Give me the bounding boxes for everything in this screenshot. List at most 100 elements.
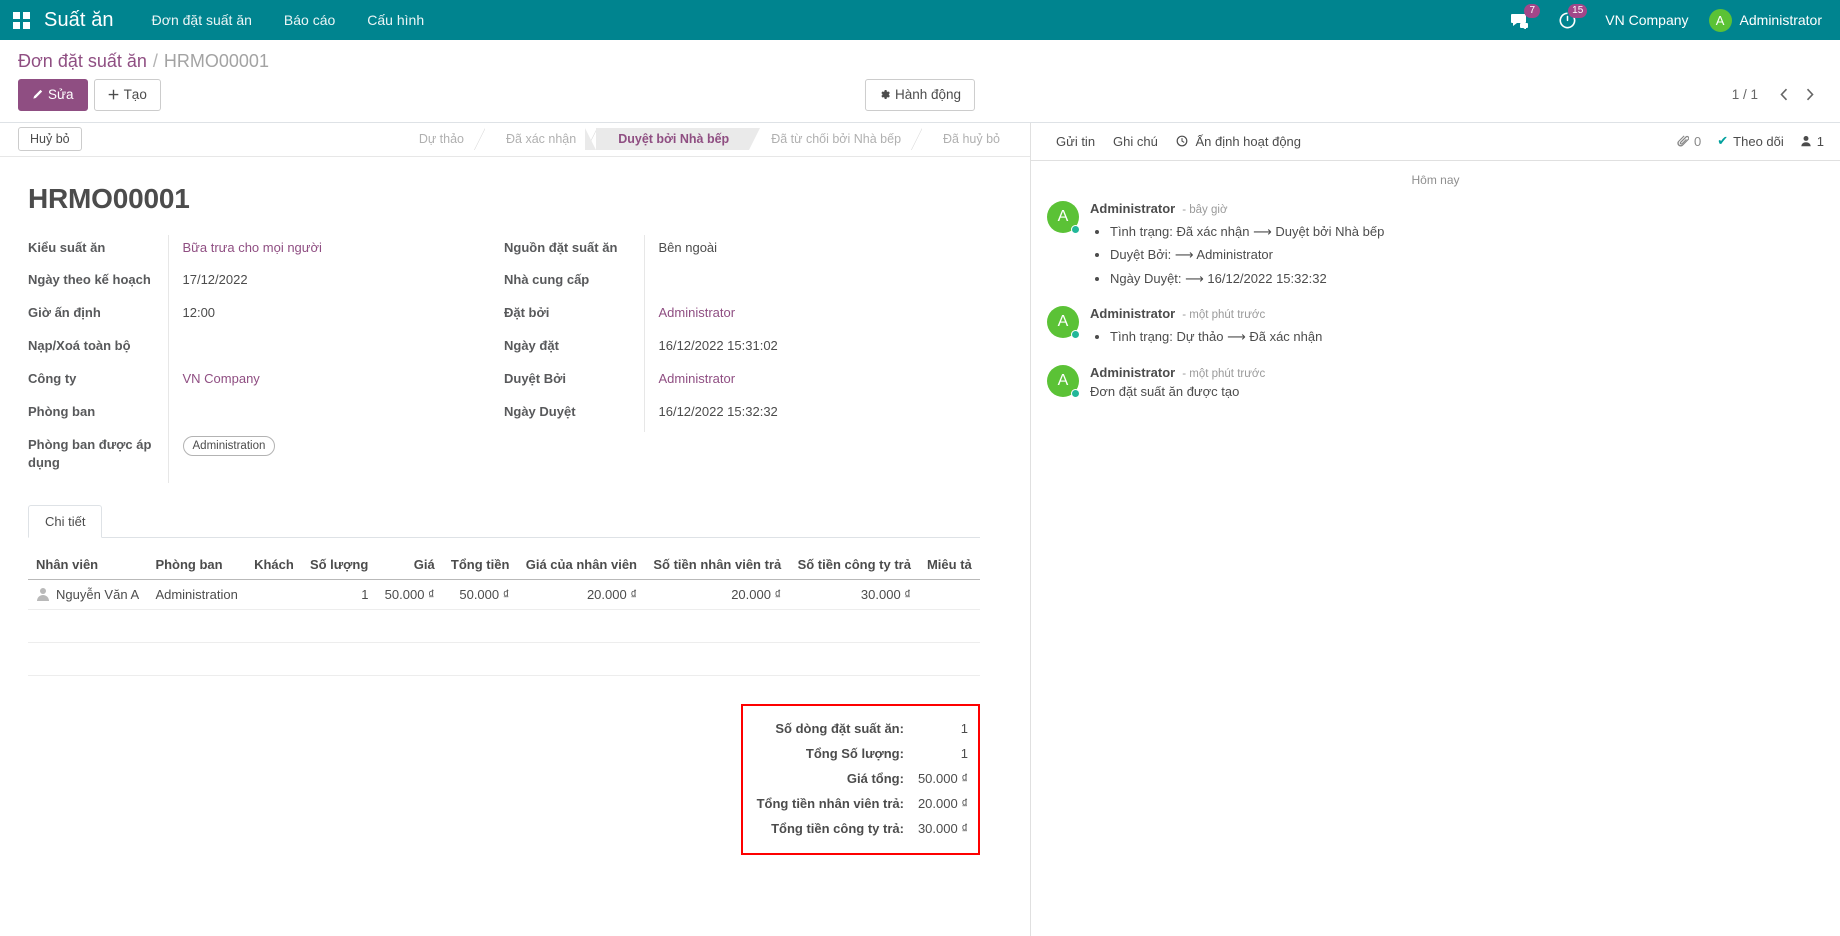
cancel-button[interactable]: Huỷ bỏ <box>18 127 82 151</box>
field-row-nha-cung-cap: Nhà cung cấp <box>504 267 980 300</box>
avatar-initial: A <box>1058 208 1069 226</box>
message-body: Administrator - một phút trước Đơn đặt s… <box>1090 365 1822 399</box>
stage-da-tu-choi-boi-nha-bep[interactable]: Đã từ chối bởi Nhà bếp <box>749 128 921 150</box>
app-brand-name[interactable]: Suất ăn <box>42 9 136 32</box>
company-switcher[interactable]: VN Company <box>1591 12 1702 28</box>
total-label-tong-so-luong: Tổng Số lượng: <box>757 741 918 766</box>
message-tracking-list: Tình trạng: Dự thảo ⟶ Đã xác nhận <box>1090 325 1822 349</box>
day-separator: Hôm nay <box>1031 161 1840 193</box>
page-title: HRMO00001 <box>28 183 980 215</box>
user-name-label: Administrator <box>1740 12 1822 28</box>
message-author: Administrator <box>1090 201 1175 216</box>
value-cong-ty[interactable]: VN Company <box>168 366 504 399</box>
department-tag[interactable]: Administration <box>183 436 276 457</box>
cell-department: Administration <box>147 580 246 610</box>
avatar: A <box>1047 201 1079 233</box>
create-button[interactable]: Tạo <box>94 79 161 111</box>
col-so-luong: Số lượng <box>302 552 377 580</box>
avatar: A <box>1047 306 1079 338</box>
total-value-tong-tien-cong-ty-tra: 30.000 ₫ <box>918 816 968 841</box>
stage-du-thao[interactable]: Dự thảo <box>397 128 484 150</box>
message-body: Administrator - một phút trước Tình trạn… <box>1090 306 1822 349</box>
list-item: A Administrator - một phút trước Tình tr… <box>1031 298 1840 357</box>
follow-toggle[interactable]: ✔ Theo dõi <box>1717 133 1784 149</box>
total-row-so-dong: Số dòng đặt suất ăn: 1 <box>757 716 968 741</box>
online-indicator <box>1071 330 1080 339</box>
cell-employee-text: Nguyễn Văn A <box>56 587 139 602</box>
menu-bao-cao[interactable]: Báo cáo <box>268 0 351 40</box>
avatar: A <box>1047 365 1079 397</box>
followers-count: 1 <box>1817 134 1824 149</box>
value-ngay-duyet: 16/12/2022 15:32:32 <box>644 399 980 432</box>
value-dat-boi[interactable]: Administrator <box>644 300 980 333</box>
top-navbar: Suất ăn Đơn đặt suất ăn Báo cáo Cấu hình… <box>0 0 1840 40</box>
list-item: A Administrator - một phút trước Đơn đặt… <box>1031 357 1840 407</box>
field-row-gio-an-dinh: Giờ ấn định 12:00 <box>28 300 504 333</box>
col-nhan-vien: Nhân viên <box>28 552 147 580</box>
apps-menu-button[interactable] <box>0 0 42 40</box>
total-label-gia-tong: Giá tổng: <box>757 766 918 791</box>
label-nguon-dat-suat-an: Nguồn đặt suất ăn <box>504 235 644 268</box>
field-row-dat-boi: Đặt bởi Administrator <box>504 300 980 333</box>
table-row[interactable]: Nguyễn Văn A Administration 1 50.000 ₫ 5… <box>28 580 980 610</box>
send-message-button[interactable]: Gửi tin <box>1047 131 1104 152</box>
attachments-button[interactable]: 0 <box>1677 134 1701 149</box>
navbar-right-group: 7 15 VN Company A Administrator <box>1496 0 1830 40</box>
label-nha-cung-cap: Nhà cung cấp <box>504 267 644 300</box>
action-menu-label: Hành động <box>895 86 961 104</box>
value-duyet-boi[interactable]: Administrator <box>644 366 980 399</box>
field-row-kieu-suat-an: Kiểu suất ăn Bữa trưa cho mọi người <box>28 235 504 268</box>
activities-button[interactable]: 15 <box>1544 0 1591 40</box>
field-row-duyet-boi: Duyệt Bởi Administrator <box>504 366 980 399</box>
col-tong-tien: Tổng tiền <box>443 552 518 580</box>
value-phong-ban-duoc-ap-dung: Administration <box>168 432 504 484</box>
menu-cau-hinh[interactable]: Cấu hình <box>351 0 440 40</box>
status-stages: Dự thảo Đã xác nhận Duyệt bởi Nhà bếp Đã… <box>397 128 1020 150</box>
activities-badge: 15 <box>1568 4 1587 18</box>
field-row-phong-ban: Phòng ban <box>28 399 504 432</box>
tracking-item: Ngày Duyệt: ⟶ 16/12/2022 15:32:32 <box>1110 267 1822 291</box>
stage-da-huy-bo[interactable]: Đã huỷ bỏ <box>921 128 1020 150</box>
tab-chi-tiet[interactable]: Chi tiết <box>28 505 102 538</box>
pager-next-button[interactable] <box>1798 82 1822 108</box>
total-value-so-dong: 1 <box>918 716 968 741</box>
totals-section: Số dòng đặt suất ăn: 1 Tổng Số lượng: 1 … <box>28 704 980 885</box>
followers-button[interactable]: 1 <box>1800 134 1824 149</box>
label-duyet-boi: Duyệt Bởi <box>504 366 644 399</box>
total-label-tong-tien-cong-ty-tra: Tổng tiền công ty trả: <box>757 816 918 841</box>
stage-duyet-boi-nha-bep[interactable]: Duyệt bởi Nhà bếp <box>596 128 749 150</box>
log-note-button[interactable]: Ghi chú <box>1104 131 1167 152</box>
col-gia: Giá <box>377 552 443 580</box>
attachment-count: 0 <box>1694 134 1701 149</box>
action-menu-button[interactable]: Hành động <box>865 79 975 111</box>
create-button-label: Tạo <box>124 86 147 104</box>
stage-da-xac-nhan[interactable]: Đã xác nhận <box>484 128 596 150</box>
schedule-activity-button[interactable]: Ấn định hoạt động <box>1167 131 1310 152</box>
order-lines-header: Nhân viên Phòng ban Khách Số lượng Giá T… <box>28 552 980 580</box>
chatter-toolbar: Gửi tin Ghi chú Ấn định hoạt động 0 <box>1031 123 1840 161</box>
follow-label: Theo dõi <box>1733 134 1784 149</box>
message-body: Administrator - bây giờ Tình trạng: Đã x… <box>1090 201 1822 291</box>
notebook: Chi tiết Nhân viên Phòng ban Khách Số lư… <box>28 505 980 676</box>
breadcrumb-separator: / <box>153 51 158 72</box>
menu-don-dat-suat-an[interactable]: Đơn đặt suất ăn <box>136 0 268 40</box>
messages-button[interactable]: 7 <box>1496 0 1544 40</box>
total-row-tong-so-luong: Tổng Số lượng: 1 <box>757 741 968 766</box>
field-group-left: Kiểu suất ăn Bữa trưa cho mọi người Ngày… <box>28 235 504 484</box>
totals-box: Số dòng đặt suất ăn: 1 Tổng Số lượng: 1 … <box>741 704 980 855</box>
cell-quantity: 1 <box>302 580 377 610</box>
value-kieu-suat-an[interactable]: Bữa trưa cho mọi người <box>168 235 504 268</box>
edit-button[interactable]: Sửa <box>18 79 88 111</box>
value-nap-xoa-toan-bo <box>168 333 504 366</box>
user-menu[interactable]: A Administrator <box>1703 0 1830 40</box>
col-so-tien-nhan-vien-tra: Số tiền nhân viên trả <box>645 552 789 580</box>
label-nap-xoa-toan-bo: Nạp/Xoá toàn bộ <box>28 333 168 366</box>
label-cong-ty: Công ty <box>28 366 168 399</box>
pager-previous-button[interactable] <box>1772 82 1796 108</box>
message-timestamp: - bây giờ <box>1182 204 1227 216</box>
field-row-nap-xoa-toan-bo: Nạp/Xoá toàn bộ <box>28 333 504 366</box>
notebook-tabs: Chi tiết <box>28 505 980 538</box>
breadcrumb-root[interactable]: Đơn đặt suất ăn <box>18 51 147 72</box>
cell-total: 50.000 ₫ <box>443 580 518 610</box>
avatar-initial: A <box>1058 313 1069 331</box>
